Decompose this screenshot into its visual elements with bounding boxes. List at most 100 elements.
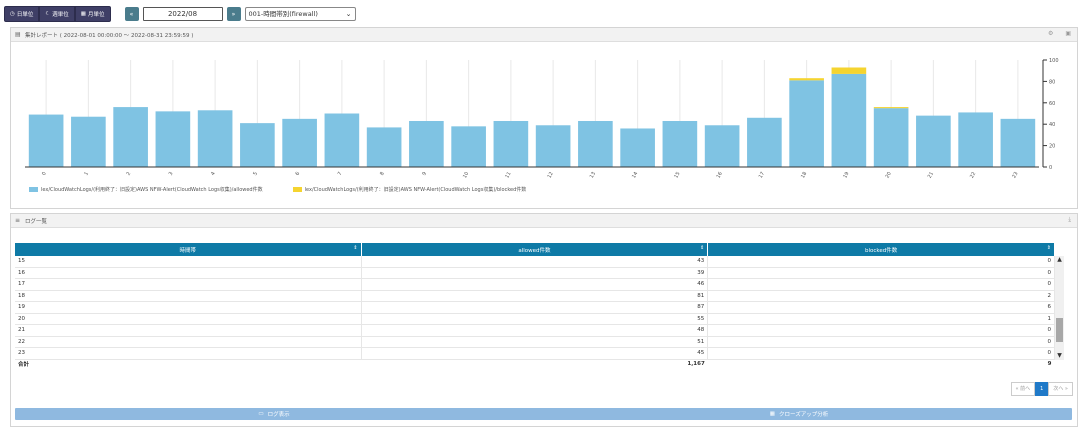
x-tick-label: 23 [1011,171,1019,180]
y-tick-label: 0 [1049,165,1052,171]
next-month-button[interactable]: » [226,7,241,21]
column-header-blocked[interactable]: blocked件数 ⇕ [707,243,1055,256]
x-tick-label: 19 [842,171,850,180]
bar-allowed [1000,118,1036,167]
bar-allowed [704,125,740,167]
toolbar: ◷ 日単位 ☾ 週単位 ▦ 月単位 « 2022/08 » 001-時間帯別(fire… [4,6,356,22]
bar-blocked [873,107,909,109]
table-row[interactable]: 20 55 1 [15,313,1055,325]
x-tick-label: 5 [252,171,259,177]
bar-allowed [873,108,909,167]
table-row[interactable]: 17 46 0 [15,278,1055,291]
x-tick-label: 15 [673,171,681,180]
daily-button[interactable]: ◷ 日単位 [4,6,40,22]
x-tick-label: 0 [41,171,48,177]
y-tick-label: 40 [1049,122,1055,128]
pagination: « 前へ 1 次へ » [1010,382,1073,396]
bar-allowed [747,117,782,167]
x-tick-label: 14 [631,171,639,180]
x-tick-label: 12 [546,171,554,180]
log-panel-title: ログ一覧 [25,218,48,225]
bar-blocked [831,67,867,74]
x-tick-label: 18 [800,171,808,180]
bar-blocked [789,78,824,81]
bar-allowed [958,112,993,167]
bar-allowed [113,107,148,167]
scroll-up-icon[interactable]: ▲ [1055,256,1064,264]
page-1-button[interactable]: 1 [1035,382,1049,396]
sort-icon: ⇕ [700,245,705,251]
export-icon[interactable]: ▣ [1065,30,1071,37]
table-row[interactable]: 19 87 6 [15,301,1055,314]
x-tick-label: 8 [379,171,386,177]
chart-icon: ▤ [15,31,21,38]
x-tick-label: 3 [168,171,175,177]
legend-item-blocked[interactable]: lex/CloudWatchLogs/(利用終了：旧設定)AWS NFW-Ale… [292,186,526,193]
x-tick-label: 20 [884,171,892,180]
column-header-timeslot[interactable]: 時間帯 ⇕ [15,243,362,256]
report-select[interactable]: 001-時間帯別(firewall) ⌄ [244,7,356,21]
month-field[interactable]: 2022/08 [142,7,223,21]
bar-allowed [155,111,191,167]
table-row[interactable]: 18 81 2 [15,290,1055,302]
y-tick-label: 60 [1049,101,1055,107]
table-row[interactable]: 16 39 0 [15,267,1055,279]
closeup-analysis-button[interactable]: ▦ クローズアップ分析 [526,408,1072,420]
log-table: 時間帯 ⇕ allowed件数 ⇕ blocked件数 ⇕ 15 43 0 16 39 0 17 4… [15,243,1055,369]
bar-allowed [451,126,486,167]
next-page-button[interactable]: 次へ » [1048,382,1073,396]
prev-page-button[interactable]: « 前へ [1010,382,1036,396]
x-tick-label: 6 [295,171,302,177]
bar-allowed [240,123,275,167]
bar-allowed [578,120,613,167]
log-panel: ≡ ログ一覧 ⤓ 時間帯 ⇕ allowed件数 ⇕ blocked件数 ⇕ 15 43… [10,213,1078,427]
table-row[interactable]: 15 43 0 [15,256,1055,268]
sort-icon: ⇕ [1046,245,1051,251]
y-tick-label: 20 [1049,144,1055,150]
chart-panel-title: 集計レポート ( 2022-08-01 00:00:00 ～ 2022-08-3… [25,32,194,39]
x-tick-label: 17 [758,171,766,180]
list-icon: ≡ [15,217,21,224]
bar-allowed [831,73,867,167]
table-row[interactable]: 21 48 0 [15,324,1055,337]
scroll-down-icon[interactable]: ▼ [1055,352,1064,360]
bar-allowed [324,113,360,167]
y-tick-label: 100 [1049,58,1059,64]
bar-allowed [535,125,571,167]
sort-icon: ⇕ [353,245,358,251]
legend-item-allowed[interactable]: lex/CloudWatchLogs/(利用終了：旧設定)AWS NFW-Ale… [29,186,263,193]
moon-icon: ☾ [45,11,51,17]
bar-allowed [409,120,444,167]
weekly-button[interactable]: ☾ 週単位 [39,6,75,22]
x-tick-label: 4 [210,171,217,177]
x-tick-label: 2 [126,171,133,177]
scroll-thumb[interactable] [1056,318,1063,342]
download-icon[interactable]: ⤓ [1068,216,1071,224]
x-tick-label: 9 [421,171,428,177]
settings-icon[interactable]: ⚙ [1048,30,1053,37]
table-scrollbar[interactable]: ▲ ▼ [1055,256,1064,360]
monthly-button[interactable]: ▦ 月単位 [74,6,111,22]
log-view-button[interactable]: ▭ ログ表示 [15,408,533,420]
table-row[interactable]: 23 45 0 [15,347,1055,360]
clock-icon: ◷ [10,11,15,17]
bar-allowed [662,120,698,167]
prev-month-button[interactable]: « [124,7,139,21]
column-header-allowed[interactable]: allowed件数 ⇕ [361,243,709,256]
x-tick-label: 11 [504,171,512,180]
chart-icon: ▦ [769,411,775,417]
bar-allowed [366,127,402,167]
x-tick-label: 22 [969,171,977,180]
chart-panel-header: ▤ 集計レポート ( 2022-08-01 00:00:00 ～ 2022-08… [11,28,1077,42]
log-panel-header: ≡ ログ一覧 ⤓ [11,214,1077,228]
chart-legend: lex/CloudWatchLogs/(利用終了：旧設定)AWS NFW-Ale… [29,186,526,193]
bar-allowed [197,110,233,167]
bar-allowed [71,116,106,167]
bar-allowed [493,120,529,167]
bar-allowed [28,114,64,167]
x-tick-label: 13 [589,171,597,180]
period-toggle: ◷ 日単位 ☾ 週単位 ▦ 月単位 [4,6,111,22]
chart-panel: ▤ 集計レポート ( 2022-08-01 00:00:00 ～ 2022-08… [10,27,1078,209]
bar-allowed [282,118,317,167]
table-row[interactable]: 22 51 0 [15,336,1055,348]
